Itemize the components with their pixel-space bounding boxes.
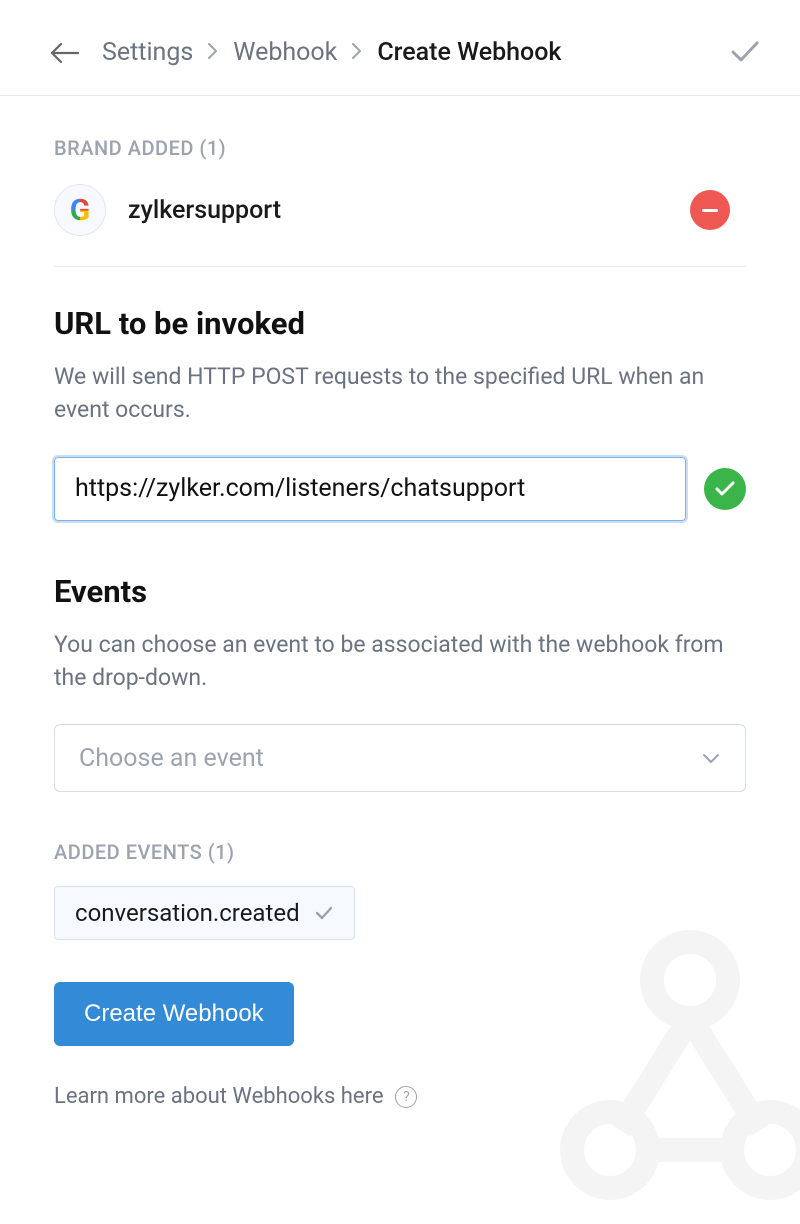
check-icon <box>314 899 334 927</box>
breadcrumb-current: Create Webhook <box>377 38 561 67</box>
chevron-down-icon <box>701 749 721 768</box>
url-input-row <box>54 457 746 521</box>
brand-name: zylkersupport <box>128 196 668 225</box>
events-section-description: You can choose an event to be associated… <box>54 628 746 695</box>
chevron-right-icon <box>207 41 219 65</box>
event-chip[interactable]: conversation.created <box>54 886 355 940</box>
breadcrumb-webhook[interactable]: Webhook <box>233 38 337 67</box>
events-section-title: Events <box>54 573 746 610</box>
minus-icon <box>702 209 718 212</box>
event-select-placeholder: Choose an event <box>79 744 264 773</box>
back-arrow-icon[interactable] <box>50 41 80 65</box>
webhook-url-input[interactable] <box>54 457 686 521</box>
url-section-title: URL to be invoked <box>54 305 746 342</box>
help-icon: ? <box>395 1086 417 1108</box>
create-webhook-button[interactable]: Create Webhook <box>54 982 294 1046</box>
content: BRAND ADDED (1) G zylkersupport URL to b… <box>0 96 800 1109</box>
brand-added-label: BRAND ADDED (1) <box>54 136 746 160</box>
header-left: Settings Webhook Create Webhook <box>50 38 561 67</box>
event-select-dropdown[interactable]: Choose an event <box>54 724 746 792</box>
breadcrumb: Settings Webhook Create Webhook <box>102 38 561 67</box>
url-section-description: We will send HTTP POST requests to the s… <box>54 360 746 427</box>
chevron-right-icon <box>351 41 363 65</box>
event-chip-label: conversation.created <box>75 899 300 927</box>
google-g-icon: G <box>70 193 90 228</box>
confirm-check-icon[interactable] <box>730 39 760 67</box>
url-valid-icon <box>704 468 746 510</box>
breadcrumb-settings[interactable]: Settings <box>102 38 193 67</box>
learn-more-text: Learn more about Webhooks here <box>54 1084 383 1109</box>
header: Settings Webhook Create Webhook <box>0 0 800 96</box>
remove-brand-button[interactable] <box>690 190 730 230</box>
added-events-label: ADDED EVENTS (1) <box>54 840 746 864</box>
brand-row: G zylkersupport <box>54 184 746 267</box>
learn-more-link[interactable]: Learn more about Webhooks here ? <box>54 1084 746 1109</box>
brand-avatar: G <box>54 184 106 236</box>
